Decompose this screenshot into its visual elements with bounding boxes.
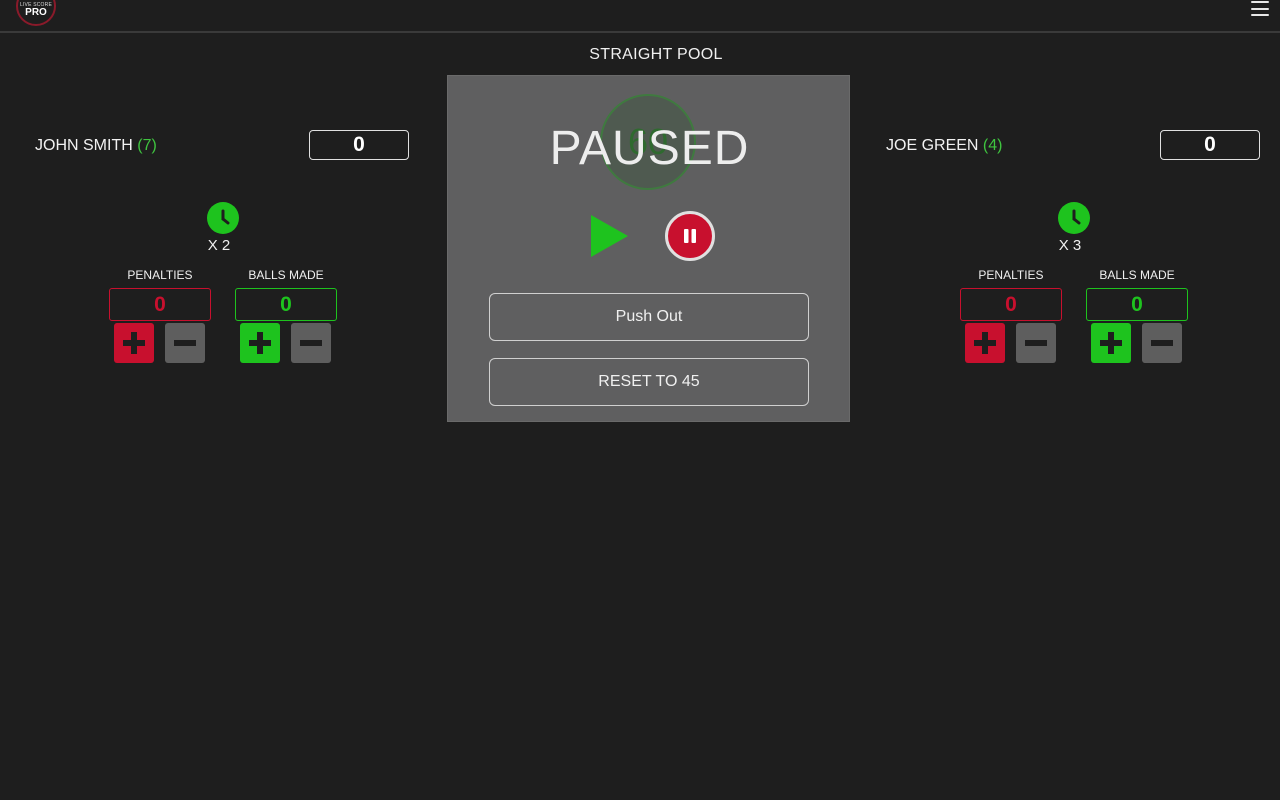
player-2-extensions: X 3 bbox=[1058, 237, 1082, 254]
pause-button[interactable] bbox=[665, 211, 715, 261]
player-2-name-text: JOE GREEN bbox=[886, 137, 979, 154]
minus-icon bbox=[1025, 340, 1047, 346]
pause-icon bbox=[684, 229, 696, 243]
plus-icon bbox=[974, 332, 996, 354]
player-1-name-text: JOHN SMITH bbox=[35, 137, 133, 154]
player-2-penalties-value: 0 bbox=[960, 288, 1062, 321]
hamburger-menu-icon[interactable] bbox=[1251, 0, 1269, 16]
top-bar: LIVE SCORE PRO bbox=[0, 0, 1280, 33]
player-2-extension-clock-icon[interactable] bbox=[1058, 202, 1090, 234]
player-2-penalties-plus-button[interactable] bbox=[965, 323, 1005, 363]
player-1-penalties-label: PENALTIES bbox=[127, 268, 193, 282]
logo-main-text: PRO bbox=[25, 7, 47, 18]
plus-icon bbox=[1100, 332, 1122, 354]
player-2-rank: (4) bbox=[982, 137, 1003, 154]
player-1-extension-clock-icon[interactable] bbox=[207, 202, 239, 234]
reset-shot-clock-button[interactable]: RESET TO 45 bbox=[489, 358, 809, 406]
minus-icon bbox=[174, 340, 196, 346]
player-2-balls-made-label: BALLS MADE bbox=[1099, 268, 1175, 282]
player-1-balls-minus-button[interactable] bbox=[291, 323, 331, 363]
paused-status: PAUSED bbox=[549, 122, 750, 175]
play-icon bbox=[591, 215, 628, 257]
push-out-button[interactable]: Push Out bbox=[489, 293, 809, 341]
player-2-penalties-label: PENALTIES bbox=[978, 268, 1044, 282]
player-1-balls-made-value: 0 bbox=[235, 288, 337, 321]
player-1-penalties-plus-button[interactable] bbox=[114, 323, 154, 363]
player-2-score[interactable]: 0 bbox=[1160, 130, 1260, 160]
player-2-balls-made-value: 0 bbox=[1086, 288, 1188, 321]
player-1-penalties-minus-button[interactable] bbox=[165, 323, 205, 363]
player-1-balls-plus-button[interactable] bbox=[240, 323, 280, 363]
app-logo[interactable]: LIVE SCORE PRO bbox=[16, 0, 56, 26]
paused-overlay: 60 PAUSED Push Out RESET TO 45 bbox=[447, 75, 850, 422]
minus-icon bbox=[300, 340, 322, 346]
player-1-score[interactable]: 0 bbox=[309, 130, 409, 160]
play-button[interactable] bbox=[588, 214, 632, 258]
player-2-balls-plus-button[interactable] bbox=[1091, 323, 1131, 363]
minus-icon bbox=[1151, 340, 1173, 346]
player-1-name: JOHN SMITH (7) bbox=[35, 137, 157, 155]
player-2-name: JOE GREEN (4) bbox=[886, 137, 1002, 155]
player-1-rank: (7) bbox=[137, 137, 157, 154]
plus-icon bbox=[249, 332, 271, 354]
player-2-penalties-minus-button[interactable] bbox=[1016, 323, 1056, 363]
player-2-balls-minus-button[interactable] bbox=[1142, 323, 1182, 363]
player-1-extensions: X 2 bbox=[207, 237, 231, 254]
game-title: STRAIGHT POOL bbox=[589, 46, 723, 63]
player-1-penalties-value: 0 bbox=[109, 288, 211, 321]
player-1-balls-made-label: BALLS MADE bbox=[248, 268, 324, 282]
plus-icon bbox=[123, 332, 145, 354]
